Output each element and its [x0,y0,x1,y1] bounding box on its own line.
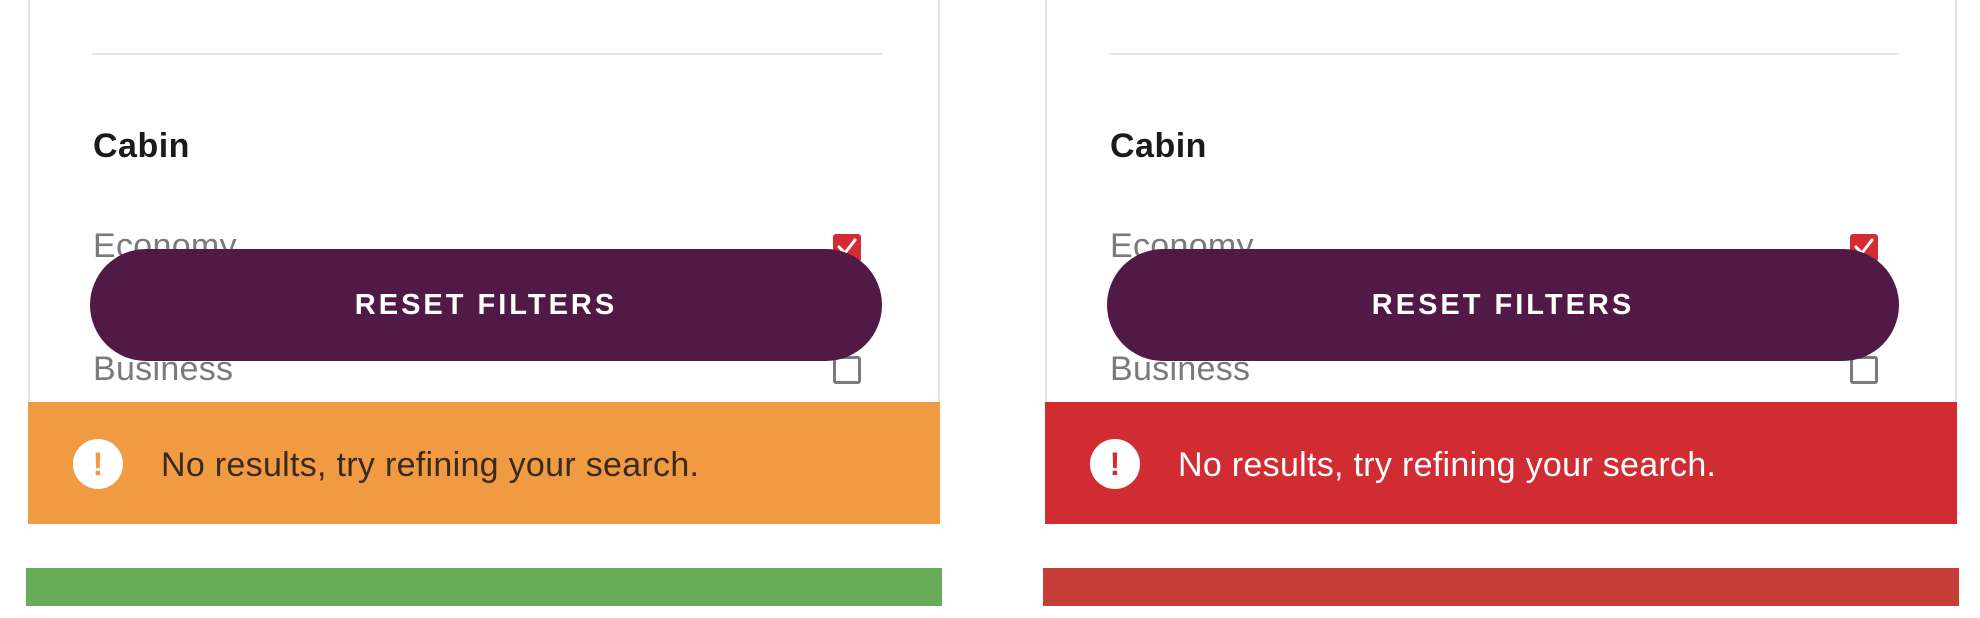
cabin-section-title: Cabin [1110,127,1207,165]
business-checkbox[interactable] [1850,356,1878,384]
reset-filters-button[interactable]: RESET FILTERS [90,249,882,361]
divider [92,53,882,55]
exclamation-icon: ! [73,439,123,489]
toast-message: No results, try refining your search. [161,446,700,484]
filter-panel-warning: Cabin Economy Business RESET FILTERS ! N… [28,0,940,524]
bottom-bar-green [26,568,942,606]
cabin-section-title: Cabin [93,127,190,165]
no-results-toast-error: ! No results, try refining your search. [1045,402,1957,524]
toast-message: No results, try refining your search. [1178,446,1717,484]
bottom-bar-red [1043,568,1959,606]
business-checkbox[interactable] [833,356,861,384]
filter-panel-error: Cabin Economy Business RESET FILTERS ! N… [1045,0,1957,524]
no-results-toast-warning: ! No results, try refining your search. [28,402,940,524]
reset-filters-button[interactable]: RESET FILTERS [1107,249,1899,361]
exclamation-icon: ! [1090,439,1140,489]
divider [1109,53,1899,55]
